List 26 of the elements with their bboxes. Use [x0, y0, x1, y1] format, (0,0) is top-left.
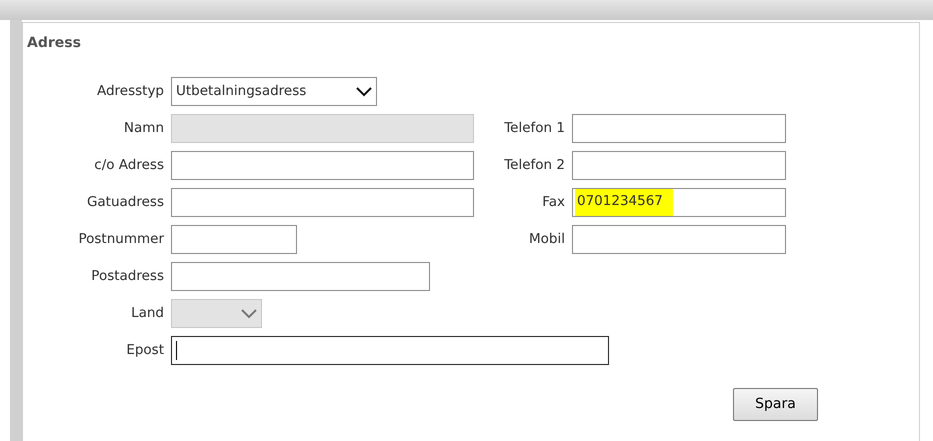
input-field[interactable]: [572, 151, 786, 180]
input-field[interactable]: [572, 225, 786, 254]
input-field[interactable]: [171, 225, 297, 254]
field-label: Telefon 1: [504, 119, 565, 138]
panel-title: Adress: [26, 34, 81, 53]
input-field[interactable]: [572, 114, 786, 143]
field-label: Postnummer: [78, 230, 164, 250]
input-field[interactable]: 0701234567: [572, 188, 786, 217]
chevron-down-icon: [356, 86, 372, 96]
input-field[interactable]: [171, 151, 474, 180]
field-label: Gatuadress: [86, 193, 164, 212]
select-field[interactable]: Utbetalningsadress: [171, 77, 377, 106]
field-label: Fax: [542, 193, 565, 212]
field-label: c/o Adress: [94, 156, 164, 176]
field-label: Telefon 2: [504, 156, 565, 176]
input-field[interactable]: [171, 262, 430, 291]
input-field[interactable]: [171, 336, 609, 365]
field-label: Postadress: [91, 267, 164, 286]
chevron-down-icon: [241, 308, 257, 318]
save-button[interactable]: Spara: [733, 388, 818, 421]
field-label: Mobil: [529, 230, 565, 250]
field-label: Namn: [124, 119, 164, 138]
field-label: Land: [131, 304, 164, 324]
field-label: Adresstyp: [96, 82, 164, 102]
input-field[interactable]: [171, 188, 474, 217]
field-label: Epost: [126, 341, 164, 360]
